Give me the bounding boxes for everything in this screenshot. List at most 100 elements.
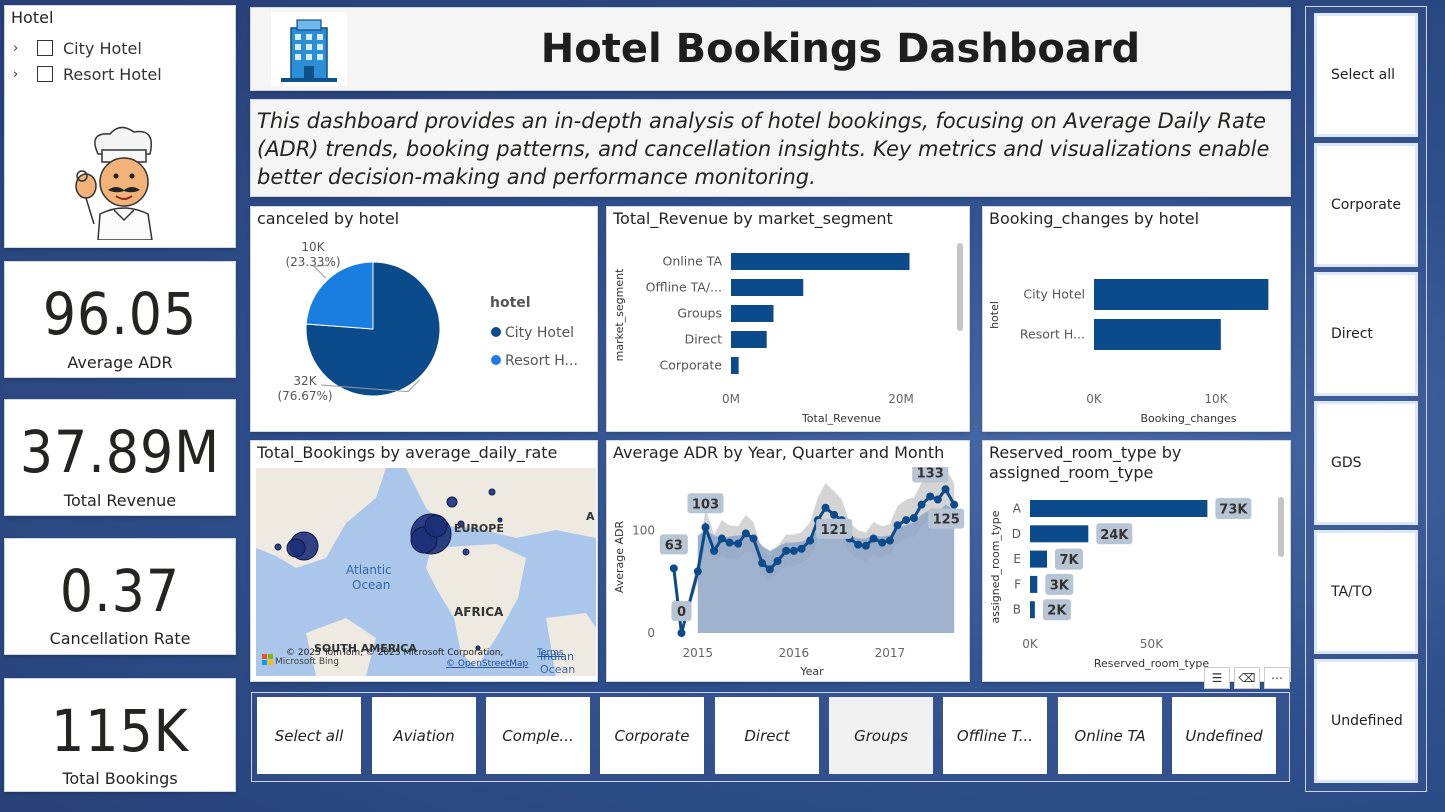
bubble-map[interactable]: EUROPE Atlantic Ocean AFRICA SOUTH AMERI… (256, 468, 596, 676)
bar[interactable] (731, 253, 910, 270)
line-point[interactable] (869, 534, 878, 543)
line-point[interactable] (749, 534, 758, 543)
filter-icon[interactable]: ☰ (1204, 667, 1230, 689)
dashboard-header: Hotel Bookings Dashboard (251, 8, 1290, 90)
checkbox[interactable] (37, 40, 53, 56)
bar[interactable] (1030, 575, 1038, 593)
bar[interactable] (731, 357, 739, 374)
room-type-visual[interactable]: Reserved_room_type by assigned_room_type… (983, 441, 1290, 689)
line-point[interactable] (933, 495, 942, 504)
line-point[interactable] (941, 485, 950, 494)
pie-slice[interactable] (305, 261, 374, 330)
chevron-right-icon[interactable]: › (13, 41, 27, 56)
segment-button-direct[interactable]: Direct (715, 697, 819, 774)
booking-changes-bar-chart[interactable]: City Hotel Resort H... 0K 10K Booking_change… (983, 231, 1290, 431)
bar[interactable] (1030, 601, 1035, 619)
segment-button-offline-ta[interactable]: Offline T... (943, 697, 1047, 774)
bar[interactable] (1094, 279, 1269, 310)
line-point[interactable] (669, 564, 678, 573)
line-point[interactable] (782, 546, 791, 555)
revenue-by-segment-visual[interactable]: Total_Revenue by market_segment Online T… (607, 207, 969, 431)
x-tick-label: 2015 (683, 646, 714, 660)
line-point[interactable] (734, 539, 743, 548)
bookings-map-visual[interactable]: Total_Bookings by average_daily_rate EUR… (251, 441, 597, 681)
data-label: 133 (917, 467, 944, 481)
line-point[interactable] (878, 538, 887, 547)
bar[interactable] (731, 305, 774, 322)
line-point[interactable] (909, 514, 918, 523)
channel-button-undefined[interactable]: Undefined (1314, 659, 1418, 783)
chevron-right-icon[interactable]: › (13, 67, 27, 82)
line-point[interactable] (950, 500, 959, 509)
adr-trend-visual[interactable]: Average ADR by Year, Quarter and Month 0… (607, 441, 969, 681)
line-point[interactable] (806, 536, 815, 545)
line-point[interactable] (893, 521, 902, 530)
line-point[interactable] (765, 565, 774, 574)
line-point[interactable] (885, 536, 894, 545)
line-point[interactable] (701, 523, 710, 532)
segment-button-aviation[interactable]: Aviation (372, 697, 476, 774)
booking-changes-visual[interactable]: Booking_changes by hotel City Hotel Resor… (983, 207, 1290, 431)
eraser-icon[interactable]: ⌫ (1234, 667, 1260, 689)
bar[interactable] (731, 331, 767, 348)
map-bubble[interactable] (446, 496, 458, 508)
line-point[interactable] (917, 500, 926, 509)
segment-button-groups[interactable]: Groups (829, 697, 933, 774)
bar[interactable] (1030, 500, 1208, 517)
scrollbar-thumb[interactable] (957, 243, 963, 331)
channel-button-gds[interactable]: GDS (1314, 401, 1418, 525)
line-point[interactable] (710, 546, 719, 555)
line-point[interactable] (861, 541, 870, 550)
legend-label: Resort H... (505, 353, 578, 369)
line-point[interactable] (693, 567, 702, 576)
line-point[interactable] (797, 544, 806, 553)
x-tick-label: 0K (1022, 637, 1039, 651)
segment-button-complementary[interactable]: Comple... (486, 697, 590, 774)
line-point[interactable] (758, 559, 767, 568)
map-bubble[interactable] (424, 514, 448, 538)
line-point[interactable] (717, 534, 726, 543)
map-bubble[interactable] (274, 543, 282, 551)
channel-button-direct[interactable]: Direct (1314, 272, 1418, 396)
hotel-slicer-item-city[interactable]: › City Hotel (13, 36, 228, 60)
map-label: EUROPE (454, 522, 504, 535)
segment-button-undefined[interactable]: Undefined (1172, 697, 1276, 774)
room-type-bar-chart[interactable]: A 73K D 24K E 7K F 3K B 2K 0K 50K Reserved_room_type… (983, 491, 1290, 681)
scrollbar-thumb[interactable] (1278, 497, 1284, 557)
line-point[interactable] (821, 503, 830, 512)
adr-line-chart[interactable]: 0 100 2015 2016 2017 Year Average ADR 63 0 103 121… (607, 467, 969, 681)
channel-button-ta-to[interactable]: TA/TO (1314, 530, 1418, 654)
data-label: 63 (665, 538, 683, 553)
canceled-by-hotel-visual[interactable]: canceled by hotel 32K (76.67%) 10K (23.33%)… (251, 207, 597, 431)
map-bubble[interactable] (462, 548, 470, 556)
data-label: 121 (821, 523, 848, 538)
category-label: F (1014, 577, 1021, 591)
map-bubble[interactable] (488, 488, 496, 496)
line-point[interactable] (773, 557, 782, 566)
canceled-pie-chart[interactable]: 32K(76.67%) 10K(23.33%) hotel City Hotel Res… (251, 231, 597, 431)
segment-button-online-ta[interactable]: Online TA (1058, 697, 1162, 774)
line-point[interactable] (830, 510, 839, 519)
channel-button-select-all[interactable]: Select all (1314, 13, 1418, 137)
bar[interactable] (1094, 319, 1221, 350)
more-options-icon[interactable]: ⋯ (1264, 667, 1290, 689)
line-point[interactable] (725, 538, 734, 547)
line-point[interactable] (926, 492, 935, 501)
revenue-bar-chart[interactable]: Online TA Offline TA/... Groups Direct Corpo… (607, 231, 969, 431)
map-bubble[interactable] (286, 538, 306, 558)
hotel-slicer-item-resort[interactable]: › Resort Hotel (13, 62, 228, 86)
bar[interactable] (1030, 525, 1089, 543)
map-osm-link[interactable]: © OpenStreetMap (446, 659, 529, 669)
line-point[interactable] (902, 516, 911, 525)
bar[interactable] (1030, 550, 1048, 568)
map-terms-link[interactable]: Terms (536, 648, 564, 658)
line-point[interactable] (854, 540, 863, 549)
segment-button-corporate[interactable]: Corporate (600, 697, 704, 774)
line-point[interactable] (677, 629, 686, 637)
channel-button-corporate[interactable]: Corporate (1314, 143, 1418, 267)
line-point[interactable] (789, 546, 798, 555)
segment-button-select-all[interactable]: Select all (257, 697, 361, 774)
bar[interactable] (731, 279, 804, 296)
checkbox[interactable] (37, 66, 53, 82)
line-point[interactable] (741, 529, 750, 538)
